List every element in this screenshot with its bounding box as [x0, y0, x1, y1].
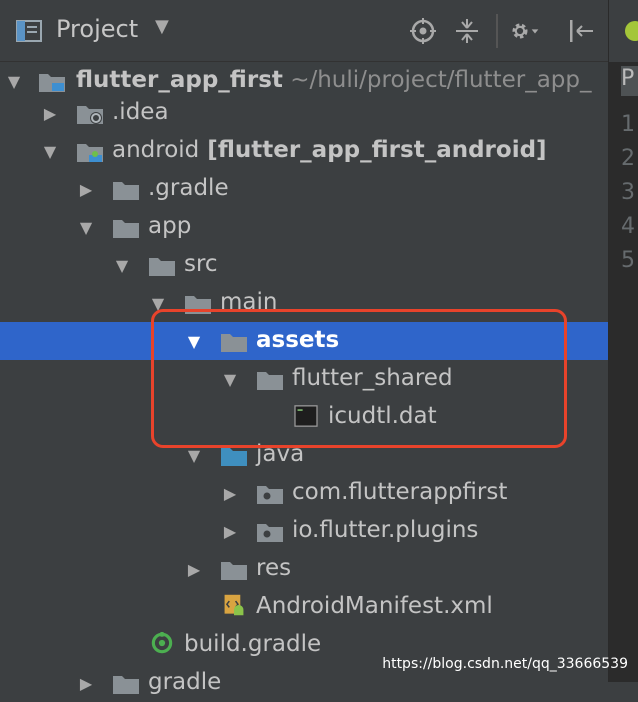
folder-icon — [221, 562, 247, 580]
tree-label: flutter_app_first ~/huli/project/flutter… — [76, 67, 592, 93]
toolbar-separator — [496, 14, 498, 48]
tree-label: .idea — [112, 99, 169, 125]
tree-row-android[interactable]: ▼ android [flutter_app_first_android] — [0, 132, 608, 170]
gear-icon[interactable] — [510, 16, 540, 46]
folder-icon — [113, 676, 139, 694]
project-panel-icon[interactable] — [14, 16, 44, 46]
tree-label: AndroidManifest.xml — [256, 593, 493, 619]
expand-arrow-icon[interactable]: ▼ — [39, 132, 61, 170]
manifest-file-icon — [224, 594, 244, 616]
android-icon — [625, 21, 638, 41]
tree-row-io-flutter-plugins[interactable]: ▶ io.flutter.plugins — [0, 512, 608, 550]
editor-gutter: P 1 2 3 4 5 — [608, 0, 638, 682]
expand-arrow-icon[interactable]: ▶ — [219, 474, 241, 512]
line-number: 3 — [621, 180, 635, 205]
expand-arrow-icon[interactable]: ▶ — [75, 664, 97, 702]
tree-label: res — [256, 555, 292, 581]
tree-label: android [flutter_app_first_android] — [112, 137, 547, 163]
tree-label: src — [184, 251, 218, 277]
tree-row-androidmanifest[interactable]: AndroidManifest.xml — [0, 588, 608, 626]
editor-tab-strip[interactable] — [609, 0, 638, 62]
source-folder-icon — [221, 448, 247, 466]
project-toolbar: Project ▼ — [0, 0, 608, 62]
folder-icon — [149, 258, 175, 276]
highlight-annotation-box — [151, 309, 567, 448]
caret-down-icon[interactable]: ▼ — [155, 16, 169, 37]
editor-tab-label[interactable]: P — [621, 66, 638, 96]
package-icon — [257, 486, 283, 504]
tree-label: app — [148, 213, 192, 239]
tree-label: build.gradle — [184, 631, 322, 657]
tree-row-gradle-dir[interactable]: ▶ .gradle — [0, 170, 608, 208]
tree-row-com-flutterappfirst[interactable]: ▶ com.flutterappfirst — [0, 474, 608, 512]
line-number: 4 — [621, 214, 635, 239]
tree-row-idea[interactable]: ▶ .idea — [0, 94, 608, 132]
line-number: 5 — [621, 248, 635, 273]
expand-arrow-icon[interactable]: ▶ — [75, 170, 97, 208]
package-icon — [257, 524, 283, 542]
gradle-file-icon — [151, 632, 173, 654]
expand-arrow-icon[interactable]: ▶ — [39, 94, 61, 132]
tree-row-src[interactable]: ▼ src — [0, 246, 608, 284]
watermark-text: https://blog.csdn.net/qq_33666539 — [382, 656, 628, 672]
tree-label: com.flutterappfirst — [292, 479, 508, 505]
collapse-all-icon[interactable] — [452, 16, 482, 46]
line-number: 1 — [621, 112, 635, 137]
locate-icon[interactable] — [408, 16, 438, 46]
folder-icon — [113, 220, 139, 238]
expand-arrow-icon[interactable]: ▶ — [183, 550, 205, 588]
tree-label: io.flutter.plugins — [292, 517, 479, 543]
panel-title[interactable]: Project — [56, 15, 138, 43]
tree-row-app[interactable]: ▼ app — [0, 208, 608, 246]
idea-folder-icon — [77, 106, 103, 124]
expand-arrow-icon[interactable]: ▶ — [219, 512, 241, 550]
android-module-icon — [77, 144, 103, 162]
tree-row-res[interactable]: ▶ res — [0, 550, 608, 588]
expand-arrow-icon[interactable]: ▼ — [75, 208, 97, 246]
module-folder-icon — [39, 74, 65, 92]
hide-panel-icon[interactable] — [566, 16, 596, 46]
tree-label: .gradle — [148, 175, 229, 201]
folder-icon — [113, 182, 139, 200]
line-number: 2 — [621, 146, 635, 171]
expand-arrow-icon[interactable]: ▼ — [111, 246, 133, 284]
tree-label: gradle — [148, 669, 222, 695]
